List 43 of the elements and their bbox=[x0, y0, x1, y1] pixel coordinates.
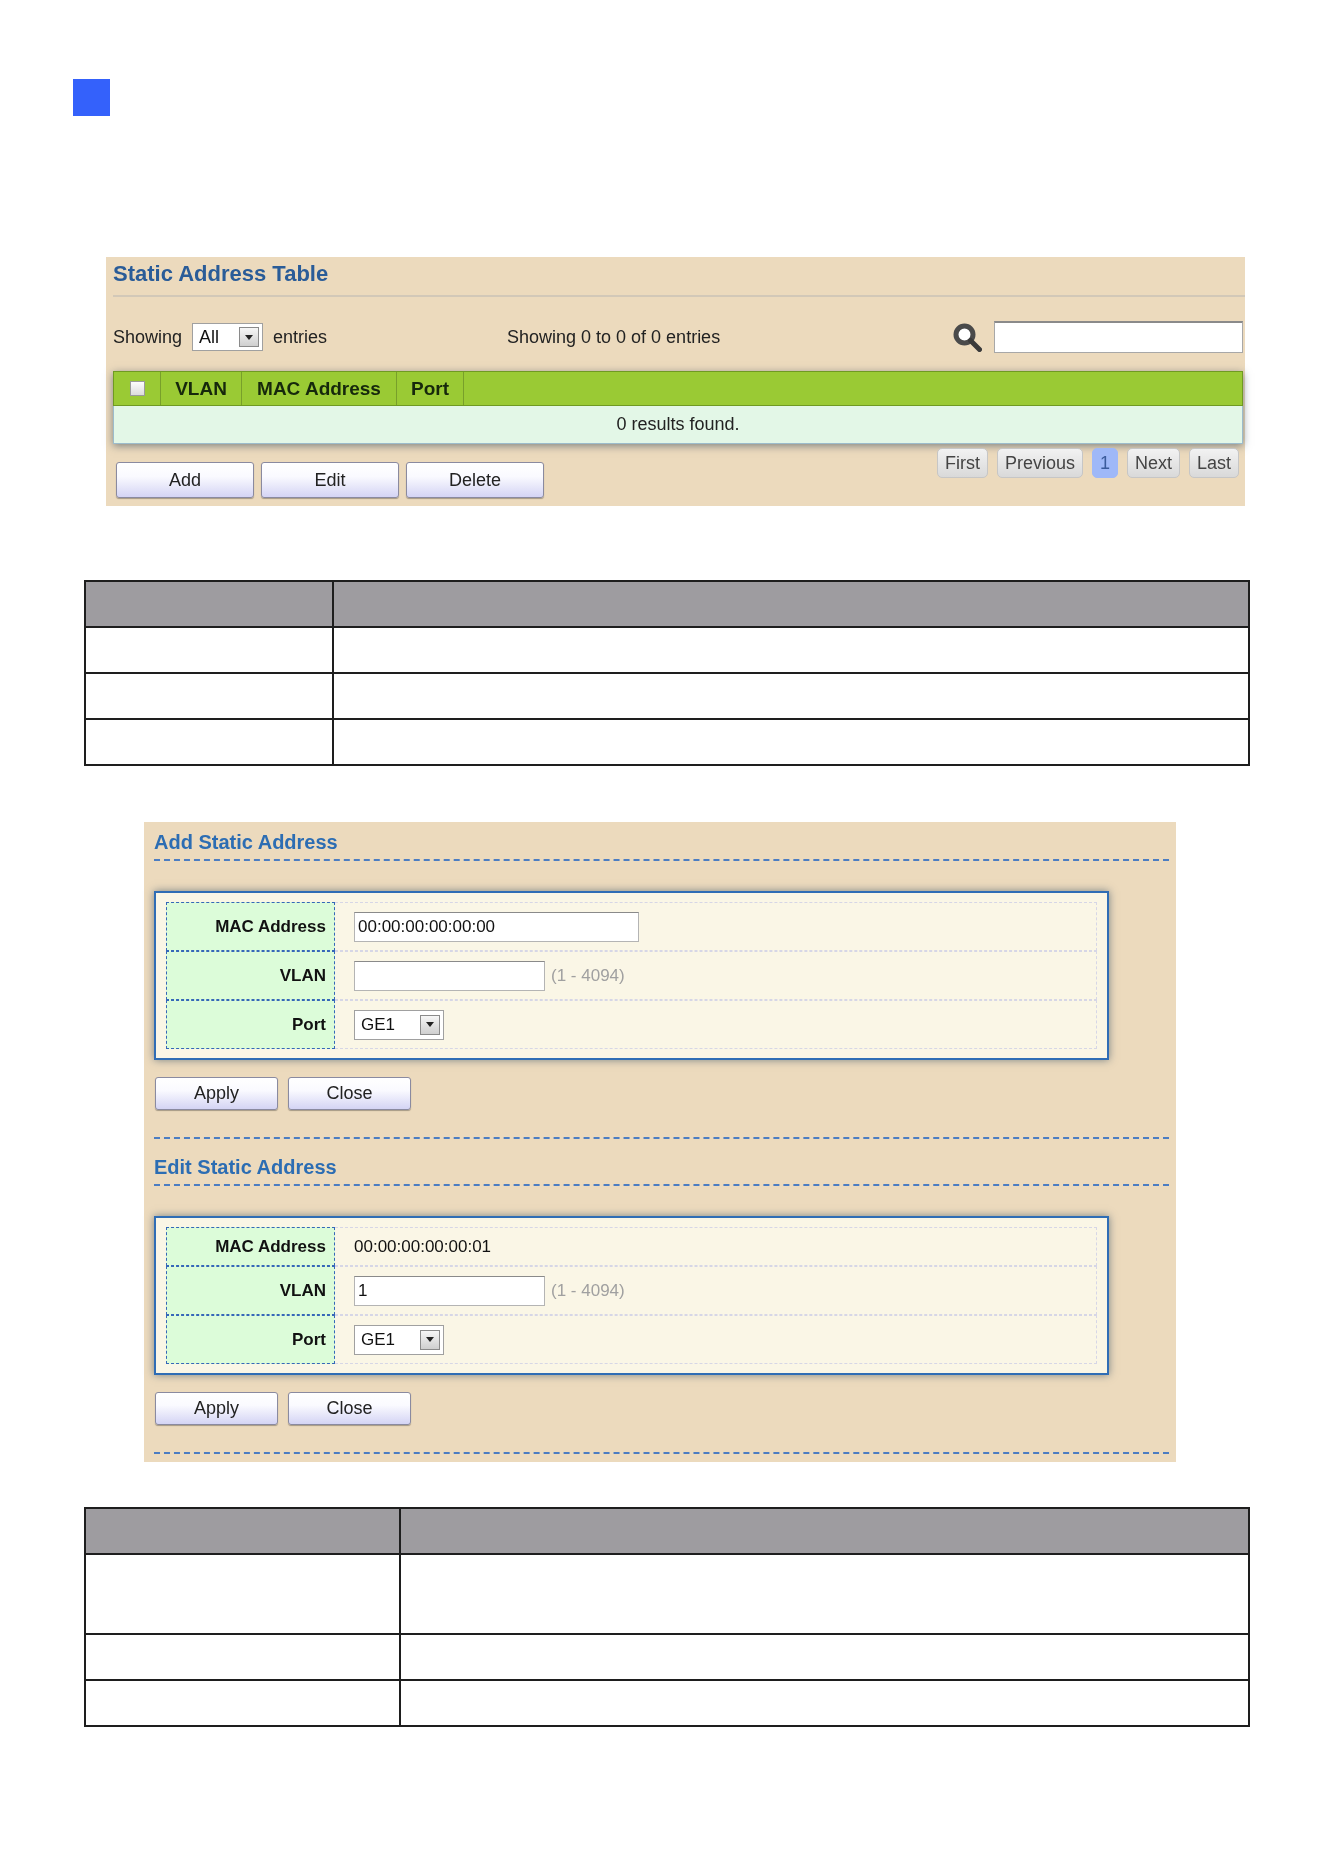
search-field[interactable] bbox=[994, 321, 1243, 353]
text-field[interactable]: 00:00:00:00:00:00 bbox=[354, 911, 639, 942]
column-header: MAC Address bbox=[242, 372, 397, 405]
form-button[interactable]: Close bbox=[288, 1077, 411, 1110]
column-header: Port bbox=[397, 372, 464, 405]
panel-title: Static Address Table bbox=[113, 260, 329, 288]
field-label: MAC Address bbox=[166, 902, 335, 951]
panel-title: Edit Static Address bbox=[154, 1156, 1169, 1186]
action-button[interactable]: Delete bbox=[406, 462, 544, 498]
pagination-button[interactable]: First bbox=[936, 448, 988, 478]
field-label: VLAN bbox=[166, 1266, 335, 1315]
field-value: 00:00:00:00:00:01 bbox=[354, 1236, 492, 1257]
empty-results-message: 0 results found. bbox=[113, 406, 1243, 444]
entries-label: entries bbox=[273, 326, 328, 348]
field-label: Port bbox=[166, 1000, 335, 1049]
select-all-checkbox[interactable] bbox=[129, 381, 145, 396]
showing-label: Showing bbox=[113, 326, 183, 348]
range-hint: (1 - 4094) bbox=[551, 1280, 625, 1301]
text-field[interactable]: 1 bbox=[354, 1275, 545, 1306]
field-label: VLAN bbox=[166, 951, 335, 1000]
pagination-button[interactable]: Last bbox=[1188, 448, 1239, 478]
action-button[interactable]: Edit bbox=[261, 462, 399, 498]
dropdown-caret-icon bbox=[420, 1014, 440, 1035]
search-icon[interactable] bbox=[953, 322, 982, 352]
page-size-select[interactable]: All bbox=[192, 323, 264, 351]
entries-summary: Showing 0 to 0 of 0 entries bbox=[507, 326, 721, 348]
square-bullet-icon bbox=[73, 79, 110, 116]
dropdown-caret-icon bbox=[239, 327, 260, 347]
form-button[interactable]: Apply bbox=[155, 1392, 278, 1425]
panel-title: Add Static Address bbox=[154, 831, 1169, 861]
form-button[interactable]: Apply bbox=[155, 1077, 278, 1110]
dropdown-select[interactable]: GE1 bbox=[354, 1324, 444, 1355]
text-field[interactable] bbox=[354, 960, 545, 991]
form-button[interactable]: Close bbox=[288, 1392, 411, 1425]
range-hint: (1 - 4094) bbox=[551, 965, 625, 986]
dropdown-caret-icon bbox=[420, 1329, 440, 1350]
pagination-button[interactable]: Previous bbox=[996, 448, 1083, 478]
field-label: MAC Address bbox=[166, 1227, 335, 1266]
field-label: Port bbox=[166, 1315, 335, 1364]
action-button[interactable]: Add bbox=[116, 462, 254, 498]
dropdown-select[interactable]: GE1 bbox=[354, 1009, 444, 1040]
column-header: VLAN bbox=[161, 372, 242, 405]
pagination-button[interactable]: Next bbox=[1126, 448, 1180, 478]
